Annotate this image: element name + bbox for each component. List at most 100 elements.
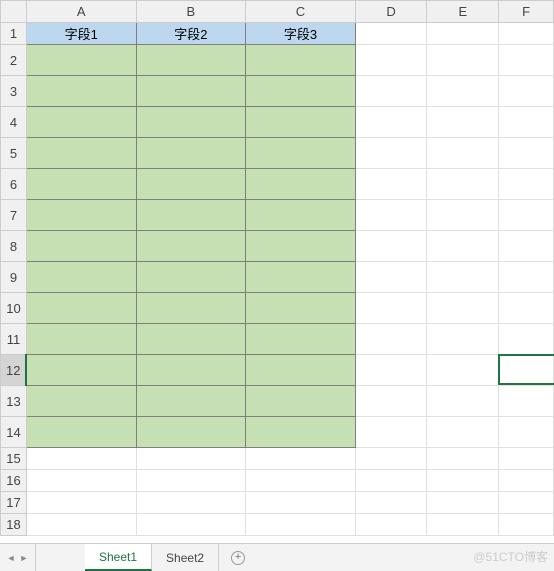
cell-B14[interactable] — [136, 417, 246, 448]
cell-F11[interactable] — [499, 324, 554, 355]
row-header-7[interactable]: 7 — [1, 200, 27, 231]
cell-B2[interactable] — [136, 45, 246, 76]
cell-B1[interactable]: 字段2 — [136, 23, 246, 45]
cell-A3[interactable] — [26, 76, 136, 107]
cell-A2[interactable] — [26, 45, 136, 76]
cell-C3[interactable] — [246, 76, 356, 107]
tab-next-icon[interactable]: ► — [19, 551, 29, 565]
cell-E1[interactable] — [427, 23, 499, 45]
cell-C8[interactable] — [246, 231, 356, 262]
row-header-1[interactable]: 1 — [1, 23, 27, 45]
row-header-16[interactable]: 16 — [1, 470, 27, 492]
cell-A9[interactable] — [26, 262, 136, 293]
cell-E12[interactable] — [427, 355, 499, 386]
cell-C14[interactable] — [246, 417, 356, 448]
cell-C5[interactable] — [246, 138, 356, 169]
cell-D2[interactable] — [355, 45, 427, 76]
sheet-tab-sheet1[interactable]: Sheet1 — [85, 543, 152, 571]
row-header-13[interactable]: 13 — [1, 386, 27, 417]
cell-C13[interactable] — [246, 386, 356, 417]
cell-E10[interactable] — [427, 293, 499, 324]
cell-F17[interactable] — [499, 492, 554, 514]
cell-C11[interactable] — [246, 324, 356, 355]
cell-D6[interactable] — [355, 169, 427, 200]
cell-D7[interactable] — [355, 200, 427, 231]
cell-E7[interactable] — [427, 200, 499, 231]
row-header-11[interactable]: 11 — [1, 324, 27, 355]
cell-A11[interactable] — [26, 324, 136, 355]
cell-A14[interactable] — [26, 417, 136, 448]
cell-A15[interactable] — [26, 448, 136, 470]
row-header-9[interactable]: 9 — [1, 262, 27, 293]
cell-D14[interactable] — [355, 417, 427, 448]
cell-A17[interactable] — [26, 492, 136, 514]
cell-D11[interactable] — [355, 324, 427, 355]
col-header-b[interactable]: B — [136, 1, 246, 23]
cell-C6[interactable] — [246, 169, 356, 200]
cell-F16[interactable] — [499, 470, 554, 492]
cell-C2[interactable] — [246, 45, 356, 76]
cell-A6[interactable] — [26, 169, 136, 200]
cell-B8[interactable] — [136, 231, 246, 262]
row-header-18[interactable]: 18 — [1, 514, 27, 536]
cell-B4[interactable] — [136, 107, 246, 138]
cell-E8[interactable] — [427, 231, 499, 262]
add-sheet-button[interactable]: + — [219, 544, 257, 571]
cell-F7[interactable] — [499, 200, 554, 231]
cell-B10[interactable] — [136, 293, 246, 324]
row-header-12[interactable]: 12 — [1, 355, 27, 386]
cell-D9[interactable] — [355, 262, 427, 293]
cell-E4[interactable] — [427, 107, 499, 138]
cell-D10[interactable] — [355, 293, 427, 324]
cell-E18[interactable] — [427, 514, 499, 536]
cell-E5[interactable] — [427, 138, 499, 169]
cell-A10[interactable] — [26, 293, 136, 324]
cell-C1[interactable]: 字段3 — [246, 23, 356, 45]
cell-B16[interactable] — [136, 470, 246, 492]
cell-F3[interactable] — [499, 76, 554, 107]
cell-B9[interactable] — [136, 262, 246, 293]
col-header-e[interactable]: E — [427, 1, 499, 23]
cell-E15[interactable] — [427, 448, 499, 470]
row-header-10[interactable]: 10 — [1, 293, 27, 324]
cell-A8[interactable] — [26, 231, 136, 262]
col-header-c[interactable]: C — [246, 1, 356, 23]
cell-B11[interactable] — [136, 324, 246, 355]
cell-F13[interactable] — [499, 386, 554, 417]
cell-F5[interactable] — [499, 138, 554, 169]
cell-D4[interactable] — [355, 107, 427, 138]
row-header-3[interactable]: 3 — [1, 76, 27, 107]
cell-F2[interactable] — [499, 45, 554, 76]
col-header-f[interactable]: F — [499, 1, 554, 23]
cell-B6[interactable] — [136, 169, 246, 200]
cell-B15[interactable] — [136, 448, 246, 470]
cell-F18[interactable] — [499, 514, 554, 536]
cell-F12[interactable] — [499, 355, 554, 386]
cell-C12[interactable] — [246, 355, 356, 386]
cell-B5[interactable] — [136, 138, 246, 169]
tab-prev-icon[interactable]: ◄ — [6, 551, 16, 565]
cell-B13[interactable] — [136, 386, 246, 417]
cell-C17[interactable] — [246, 492, 356, 514]
cell-D3[interactable] — [355, 76, 427, 107]
cell-D12[interactable] — [355, 355, 427, 386]
sheet-tab-sheet2[interactable]: Sheet2 — [152, 544, 219, 571]
cell-F14[interactable] — [499, 417, 554, 448]
cell-F9[interactable] — [499, 262, 554, 293]
cell-E3[interactable] — [427, 76, 499, 107]
cell-E14[interactable] — [427, 417, 499, 448]
cell-E2[interactable] — [427, 45, 499, 76]
cell-F15[interactable] — [499, 448, 554, 470]
cell-D1[interactable] — [355, 23, 427, 45]
row-header-17[interactable]: 17 — [1, 492, 27, 514]
cell-F6[interactable] — [499, 169, 554, 200]
cell-D17[interactable] — [355, 492, 427, 514]
row-header-8[interactable]: 8 — [1, 231, 27, 262]
cell-C15[interactable] — [246, 448, 356, 470]
cell-E6[interactable] — [427, 169, 499, 200]
row-header-14[interactable]: 14 — [1, 417, 27, 448]
row-header-6[interactable]: 6 — [1, 169, 27, 200]
cell-E17[interactable] — [427, 492, 499, 514]
row-header-4[interactable]: 4 — [1, 107, 27, 138]
cell-B7[interactable] — [136, 200, 246, 231]
